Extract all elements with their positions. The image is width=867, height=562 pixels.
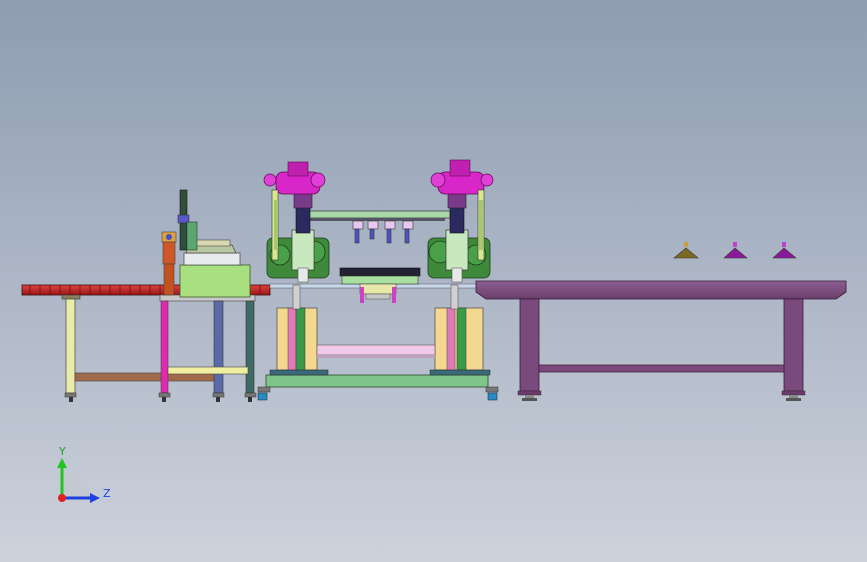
x-axis-dot [58, 494, 66, 502]
right-pillar-block [429, 307, 491, 376]
machine-base-plate [265, 374, 489, 388]
worktable-leg-left [519, 298, 540, 392]
feeder-cabinet [179, 264, 251, 298]
worktable [475, 280, 847, 401]
gripper-tools [352, 220, 414, 244]
feeder-leg-teal [245, 300, 255, 394]
part-cone-1 [673, 247, 699, 259]
z-axis-label: Z [103, 487, 111, 500]
feeder-leg-blue [213, 300, 224, 394]
worktable-top [475, 280, 847, 300]
frame-cross-beam [316, 344, 436, 356]
part-cone-2 [723, 247, 748, 259]
workpiece-parts [673, 242, 797, 259]
conveyor-leg [65, 298, 76, 394]
robot-arm-left [263, 161, 330, 283]
part-cone-3 [772, 247, 797, 259]
feeder-leg-pink [160, 300, 169, 394]
worktable-stretcher [538, 364, 785, 373]
worktable-leg-right [783, 298, 804, 392]
roller-conveyor [21, 284, 271, 402]
feeder-cylinder [162, 241, 176, 265]
left-pillar-block [269, 307, 329, 376]
y-axis-label: Y [58, 445, 66, 458]
cad-viewport[interactable]: Y Z [0, 0, 867, 562]
assembly-line-drawing: Y Z [21, 159, 847, 503]
feeder-station [158, 189, 257, 402]
gantry-beam [304, 210, 451, 244]
coordinate-triad[interactable]: Y Z [57, 445, 111, 503]
central-machine-frame [257, 267, 499, 401]
